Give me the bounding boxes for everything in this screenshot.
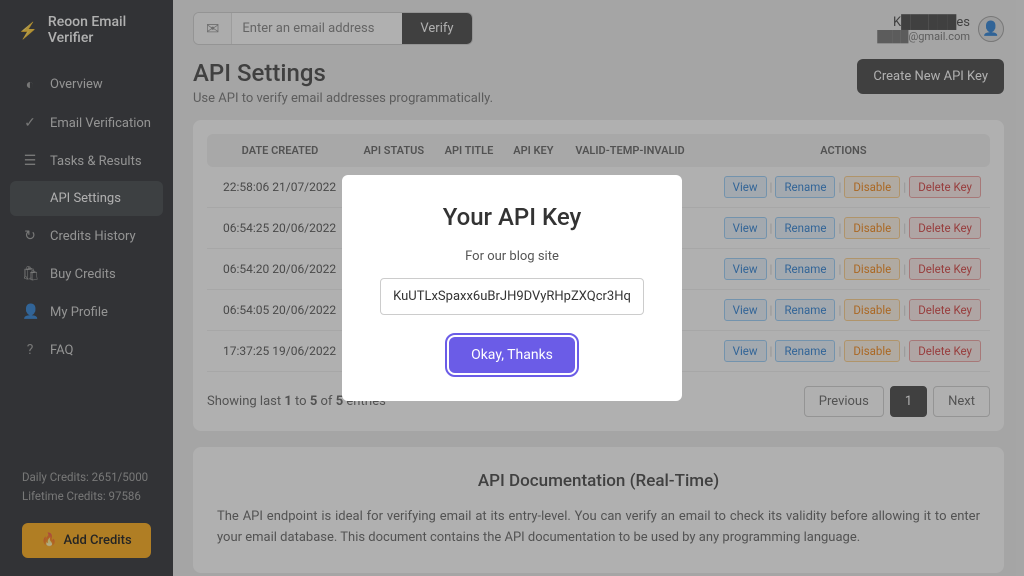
- modal-overlay[interactable]: Your API Key For our blog site KuUTLxSpa…: [0, 0, 1024, 576]
- okay-thanks-button[interactable]: Okay, Thanks: [449, 337, 575, 373]
- modal-title: Your API Key: [380, 203, 644, 231]
- api-key-value[interactable]: KuUTLxSpaxx6uBrJH9DVyRHpZXQcr3Hq: [380, 278, 644, 315]
- modal-subtitle: For our blog site: [380, 249, 644, 264]
- api-key-modal: Your API Key For our blog site KuUTLxSpa…: [342, 175, 682, 401]
